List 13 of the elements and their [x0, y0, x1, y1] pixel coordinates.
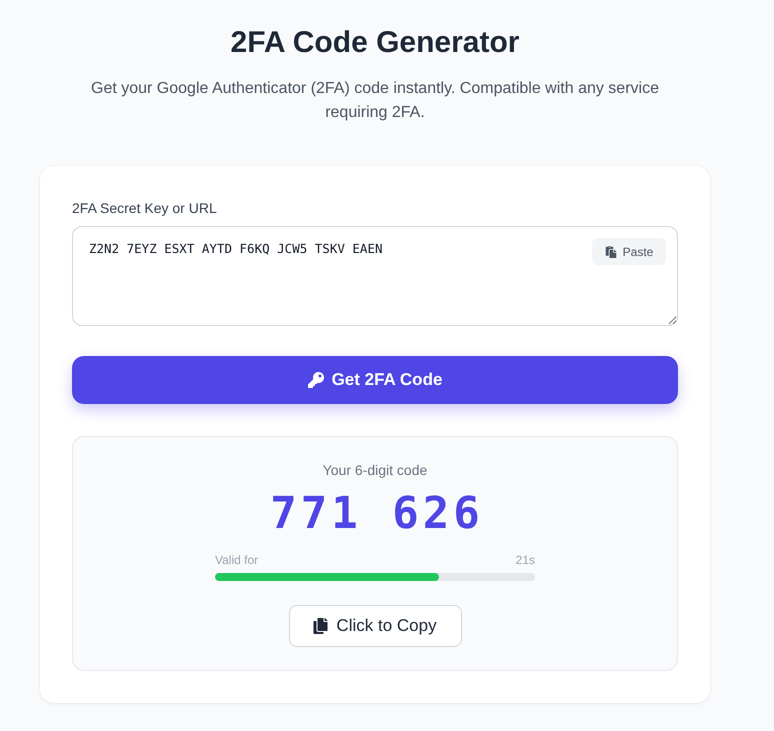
timer-label: Valid for — [215, 552, 258, 568]
key-icon — [308, 372, 324, 388]
paste-icon — [604, 246, 617, 258]
page-subtitle: Get your Google Authenticator (2FA) code instantly. Compatible with any service requiring 2FA. — [90, 79, 660, 123]
field-label: 2FA Secret Key or URL — [72, 199, 217, 218]
copy-button[interactable]: Click to Copy — [288, 605, 462, 647]
code-caption: Your 6-digit code — [322, 461, 428, 480]
copy-icon — [313, 618, 328, 634]
get-code-button[interactable]: Get 2FA Code — [72, 356, 678, 404]
page-title: 2FA Code Generator — [230, 25, 520, 61]
timer-reading: 21s — [516, 552, 535, 568]
paste-button[interactable]: Paste — [592, 238, 666, 265]
otp-code: 771 626 — [269, 488, 484, 540]
